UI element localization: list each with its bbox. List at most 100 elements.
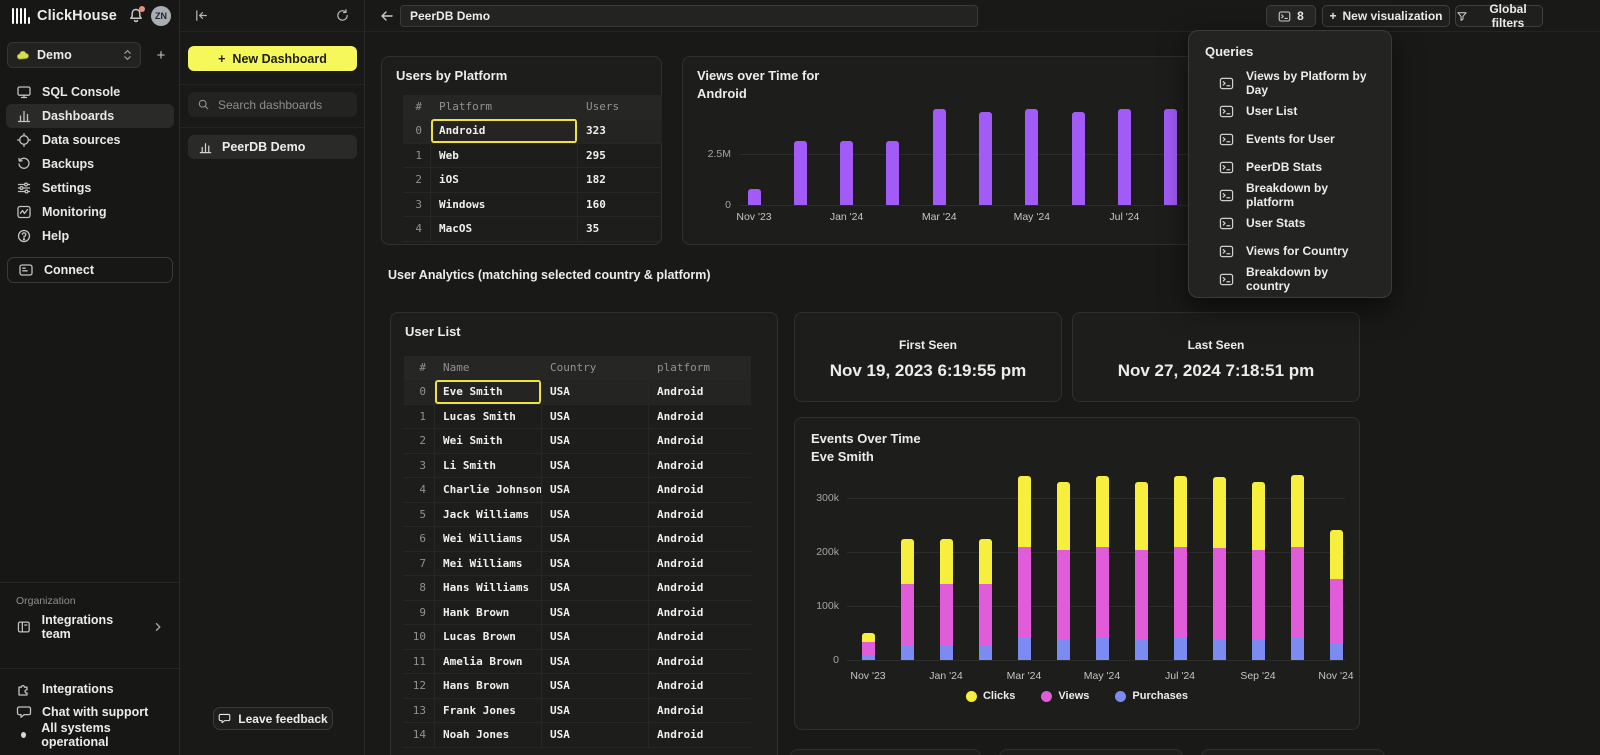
table-cell[interactable]: Android	[649, 650, 751, 674]
table-cell[interactable]: USA	[542, 674, 649, 698]
table-cell[interactable]: Li Smith	[435, 454, 542, 478]
table-cell[interactable]: Android	[649, 454, 751, 478]
connect-button[interactable]: Connect	[7, 257, 173, 283]
table-cell[interactable]: Android	[649, 527, 751, 551]
legend-item-purchases[interactable]: Purchases	[1115, 690, 1188, 702]
table-cell[interactable]: USA	[542, 527, 649, 551]
table-cell[interactable]: Windows	[431, 193, 578, 217]
table-cell[interactable]: Eve Smith	[435, 380, 542, 404]
table-row[interactable]: 9Hank BrownUSAAndroid	[404, 601, 751, 626]
back-arrow-icon[interactable]	[379, 8, 395, 24]
table-cell[interactable]: USA	[542, 454, 649, 478]
table-cell[interactable]: Android	[649, 723, 751, 747]
sidebar-item-integrations-team[interactable]: Integrations team	[6, 615, 173, 639]
table-cell[interactable]: Hans Williams	[435, 576, 542, 600]
table-cell[interactable]: Android	[431, 119, 578, 143]
column-header[interactable]: Platform	[431, 95, 578, 118]
table-row[interactable]: 2Wei SmithUSAAndroid	[404, 429, 751, 454]
sidebar-item-backups[interactable]: Backups	[6, 152, 174, 176]
table-cell[interactable]: Android	[649, 674, 751, 698]
table-cell[interactable]: Jack Williams	[435, 503, 542, 527]
sidebar-item-help[interactable]: Help	[6, 224, 174, 248]
table-cell[interactable]: Android	[649, 380, 751, 404]
new-visualization-button[interactable]: + New visualization	[1322, 5, 1450, 27]
table-cell[interactable]: Wei Williams	[435, 527, 542, 551]
table-cell[interactable]: 160	[578, 193, 662, 217]
table-row[interactable]: 13Frank JonesUSAAndroid	[404, 699, 751, 724]
column-header[interactable]: platform	[649, 356, 751, 379]
table-row[interactable]: 3Windows160	[403, 193, 662, 218]
table-row[interactable]: 1Web295	[403, 144, 662, 169]
table-cell[interactable]: USA	[542, 429, 649, 453]
table-row[interactable]: 0Eve SmithUSAAndroid	[404, 380, 751, 405]
legend-item-views[interactable]: Views	[1041, 690, 1089, 702]
table-cell[interactable]: iOS	[431, 168, 578, 192]
table-cell[interactable]: USA	[542, 601, 649, 625]
sidebar-item-settings[interactable]: Settings	[6, 176, 174, 200]
sidebar-item-monitoring[interactable]: Monitoring	[6, 200, 174, 224]
table-row[interactable]: 4Charlie JohnsonUSAAndroid	[404, 478, 751, 503]
column-header[interactable]: Users	[578, 95, 662, 118]
table-cell[interactable]: USA	[542, 699, 649, 723]
queries-count-button[interactable]: 8	[1266, 5, 1316, 27]
sidebar-item-integrations[interactable]: Integrations	[6, 677, 173, 700]
leave-feedback-button[interactable]: Leave feedback	[213, 707, 333, 730]
column-header[interactable]: #	[404, 356, 435, 379]
table-cell[interactable]: USA	[542, 503, 649, 527]
sidebar-item-data-sources[interactable]: Data sources	[6, 128, 174, 152]
dashboard-title-input[interactable]	[400, 5, 978, 27]
table-row[interactable]: 0Android323	[403, 119, 662, 144]
sidebar-item-dashboards[interactable]: Dashboards	[6, 104, 174, 128]
table-cell[interactable]: Android	[649, 601, 751, 625]
global-filters-button[interactable]: Global filters	[1455, 5, 1543, 27]
table-cell[interactable]: Wei Smith	[435, 429, 542, 453]
table-cell[interactable]: Charlie Johnson	[435, 478, 542, 502]
legend-item-clicks[interactable]: Clicks	[966, 690, 1015, 702]
collapse-panel-icon[interactable]	[194, 8, 209, 23]
table-cell[interactable]: Android	[649, 625, 751, 649]
avatar[interactable]: ZN	[151, 6, 171, 26]
table-row[interactable]: 8Hans WilliamsUSAAndroid	[404, 576, 751, 601]
table-row[interactable]: 12Hans BrownUSAAndroid	[404, 674, 751, 699]
notifications-bell-icon[interactable]	[127, 7, 145, 25]
table-row[interactable]: 3Li SmithUSAAndroid	[404, 454, 751, 479]
table-cell[interactable]: MacOS	[431, 217, 578, 241]
table-row[interactable]: 5Jack WilliamsUSAAndroid	[404, 503, 751, 528]
table-cell[interactable]: Amelia Brown	[435, 650, 542, 674]
refresh-icon[interactable]	[335, 8, 350, 23]
table-row[interactable]: 7Mei WilliamsUSAAndroid	[404, 552, 751, 577]
table-row[interactable]: 2iOS182	[403, 168, 662, 193]
table-row[interactable]: 6Wei WilliamsUSAAndroid	[404, 527, 751, 552]
dashboard-list-item[interactable]: PeerDB Demo	[188, 135, 357, 159]
query-item-user-stats[interactable]: User Stats	[1189, 209, 1391, 237]
table-cell[interactable]: Android	[649, 478, 751, 502]
table-cell[interactable]: USA	[542, 576, 649, 600]
table-cell[interactable]: Hans Brown	[435, 674, 542, 698]
new-dashboard-button[interactable]: + New Dashboard	[188, 46, 357, 71]
column-header[interactable]: #	[403, 95, 431, 118]
table-row[interactable]: 4MacOS35	[403, 217, 662, 242]
query-item-breakdown-by-country[interactable]: Breakdown by country	[1189, 265, 1391, 293]
table-cell[interactable]: Android	[649, 405, 751, 429]
table-row[interactable]: 1Lucas SmithUSAAndroid	[404, 405, 751, 430]
search-dashboards-input[interactable]: Search dashboards	[188, 92, 357, 117]
table-cell[interactable]: Frank Jones	[435, 699, 542, 723]
table-cell[interactable]: Noah Jones	[435, 723, 542, 747]
table-cell[interactable]: 35	[578, 217, 662, 241]
table-cell[interactable]: 182	[578, 168, 662, 192]
column-header[interactable]: Country	[542, 356, 649, 379]
table-cell[interactable]: Android	[649, 576, 751, 600]
table-cell[interactable]: Lucas Smith	[435, 405, 542, 429]
table-cell[interactable]: Android	[649, 699, 751, 723]
table-row[interactable]: 14Noah JonesUSAAndroid	[404, 723, 751, 748]
query-item-events-for-user[interactable]: Events for User	[1189, 125, 1391, 153]
table-row[interactable]: 10Lucas BrownUSAAndroid	[404, 625, 751, 650]
table-cell[interactable]: USA	[542, 625, 649, 649]
sidebar-item-all-systems-operational[interactable]: All systems operational	[6, 723, 173, 746]
table-cell[interactable]: USA	[542, 723, 649, 747]
query-item-peerdb-stats[interactable]: PeerDB Stats	[1189, 153, 1391, 181]
add-service-button[interactable]: +	[149, 42, 173, 68]
table-cell[interactable]: Android	[649, 552, 751, 576]
table-cell[interactable]: Web	[431, 144, 578, 168]
query-item-breakdown-by-platform[interactable]: Breakdown by platform	[1189, 181, 1391, 209]
